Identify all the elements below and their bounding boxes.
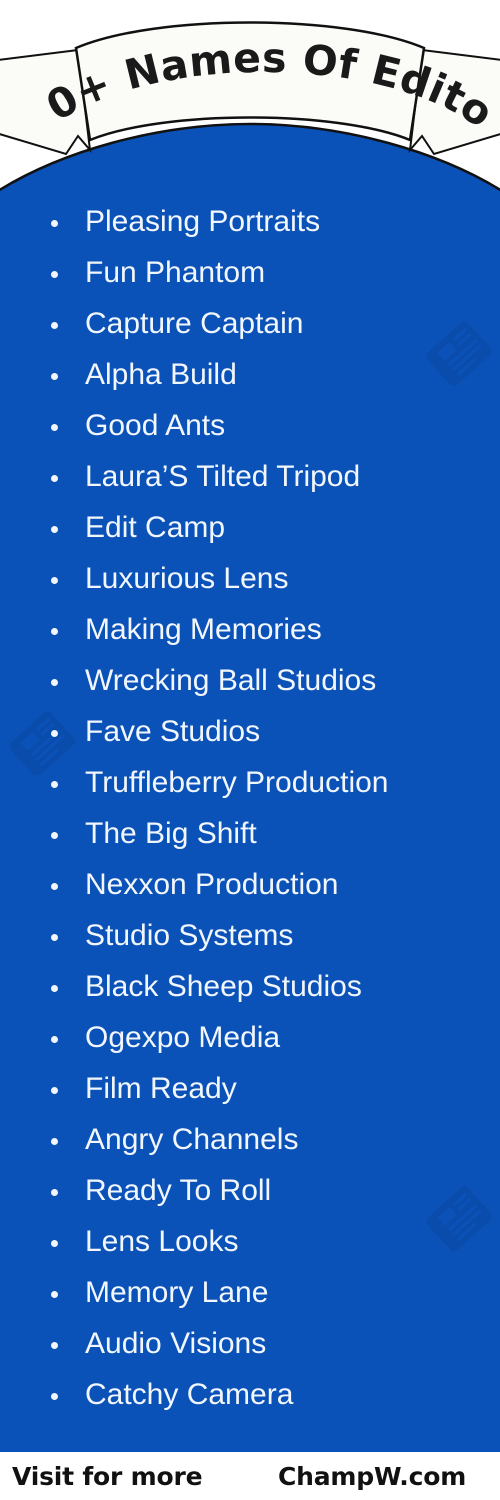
- list-item: Truffleberry Production: [0, 757, 500, 808]
- list-item-label: Making Memories: [85, 613, 322, 646]
- list-item: Angry Channels: [0, 1114, 500, 1165]
- bullet-icon: [51, 1240, 58, 1247]
- bullet-icon: [51, 271, 58, 278]
- list-item-label: Wrecking Ball Studios: [85, 664, 377, 697]
- bullet-icon: [51, 526, 58, 533]
- list-item-label: Nexxon Production: [85, 868, 339, 901]
- list-item: Alpha Build: [0, 349, 500, 400]
- list-item: Fun Phantom: [0, 247, 500, 298]
- footer-visit-label: Visit for more: [12, 1461, 203, 1491]
- list-item-label: Ready To Roll: [85, 1174, 272, 1207]
- list-item-label: Truffleberry Production: [85, 766, 389, 799]
- bullet-icon: [51, 1189, 58, 1196]
- bullet-icon: [51, 220, 58, 227]
- bullet-icon: [51, 373, 58, 380]
- list-item-label: Luxurious Lens: [85, 562, 289, 595]
- bullet-icon: [51, 781, 58, 788]
- list-item-label: Ogexpo Media: [85, 1021, 281, 1054]
- list-item: Laura’S Tilted Tripod: [0, 451, 500, 502]
- list-item: Wrecking Ball Studios: [0, 655, 500, 706]
- list-item-label: Film Ready: [85, 1072, 237, 1105]
- infographic-poster: 350+ Names Of Editors Pleasing Portraits…: [0, 0, 500, 1500]
- list-item-label: Alpha Build: [85, 358, 237, 391]
- list-item: Ready To Roll: [0, 1165, 500, 1216]
- list-item: Black Sheep Studios: [0, 961, 500, 1012]
- bullet-icon: [51, 1342, 58, 1349]
- bullet-icon: [51, 1138, 58, 1145]
- list-item: Nexxon Production: [0, 859, 500, 910]
- list-item-label: Laura’S Tilted Tripod: [85, 460, 361, 493]
- list-item: Luxurious Lens: [0, 553, 500, 604]
- list-item-label: Fave Studios: [85, 715, 261, 748]
- list-item: Capture Captain: [0, 298, 500, 349]
- bullet-icon: [51, 475, 58, 482]
- list-item: Catchy Camera: [0, 1369, 500, 1420]
- list-item-label: Pleasing Portraits: [85, 205, 321, 238]
- bullet-icon: [51, 934, 58, 941]
- list-item-label: Studio Systems: [85, 919, 294, 952]
- bullet-icon: [51, 424, 58, 431]
- list-item-label: The Big Shift: [85, 817, 257, 850]
- bullet-icon: [51, 628, 58, 635]
- list-item-label: Black Sheep Studios: [85, 970, 362, 1003]
- list-item: Film Ready: [0, 1063, 500, 1114]
- list-item: The Big Shift: [0, 808, 500, 859]
- footer-bar: Visit for more ChampW.com: [0, 1452, 500, 1500]
- bullet-icon: [51, 1393, 58, 1400]
- bullet-icon: [51, 679, 58, 686]
- editor-names-list: Pleasing Portraits Fun Phantom Capture C…: [0, 196, 500, 1420]
- list-item-label: Fun Phantom: [85, 256, 266, 289]
- bullet-icon: [51, 1087, 58, 1094]
- list-item-label: Good Ants: [85, 409, 226, 442]
- bullet-icon: [51, 985, 58, 992]
- list-item: Making Memories: [0, 604, 500, 655]
- bullet-icon: [51, 832, 58, 839]
- bullet-icon: [51, 322, 58, 329]
- list-item: Fave Studios: [0, 706, 500, 757]
- list-item-label: Edit Camp: [85, 511, 226, 544]
- bullet-icon: [51, 1291, 58, 1298]
- list-item-label: Catchy Camera: [85, 1378, 294, 1411]
- bullet-icon: [51, 883, 58, 890]
- footer-site-link[interactable]: ChampW.com: [278, 1462, 466, 1491]
- list-item-label: Angry Channels: [85, 1123, 299, 1156]
- list-item: Good Ants: [0, 400, 500, 451]
- list-item: Edit Camp: [0, 502, 500, 553]
- bullet-icon: [51, 1036, 58, 1043]
- svg-text:350+ Names Of Editors: 350+ Names Of Editors: [0, 18, 500, 137]
- list-item: Memory Lane: [0, 1267, 500, 1318]
- list-item-label: Memory Lane: [85, 1276, 269, 1309]
- bullet-icon: [51, 577, 58, 584]
- list-item: Studio Systems: [0, 910, 500, 961]
- list-item: Lens Looks: [0, 1216, 500, 1267]
- list-item: Ogexpo Media: [0, 1012, 500, 1063]
- bullet-icon: [51, 730, 58, 737]
- poster-title: 350+ Names Of Editors: [0, 18, 500, 137]
- list-item: Audio Visions: [0, 1318, 500, 1369]
- list-item-label: Capture Captain: [85, 307, 304, 340]
- poster-title-text: 350+ Names Of Editors: [0, 18, 500, 137]
- list-item-label: Audio Visions: [85, 1327, 267, 1360]
- list-item: Pleasing Portraits: [0, 196, 500, 247]
- list-item-label: Lens Looks: [85, 1225, 239, 1258]
